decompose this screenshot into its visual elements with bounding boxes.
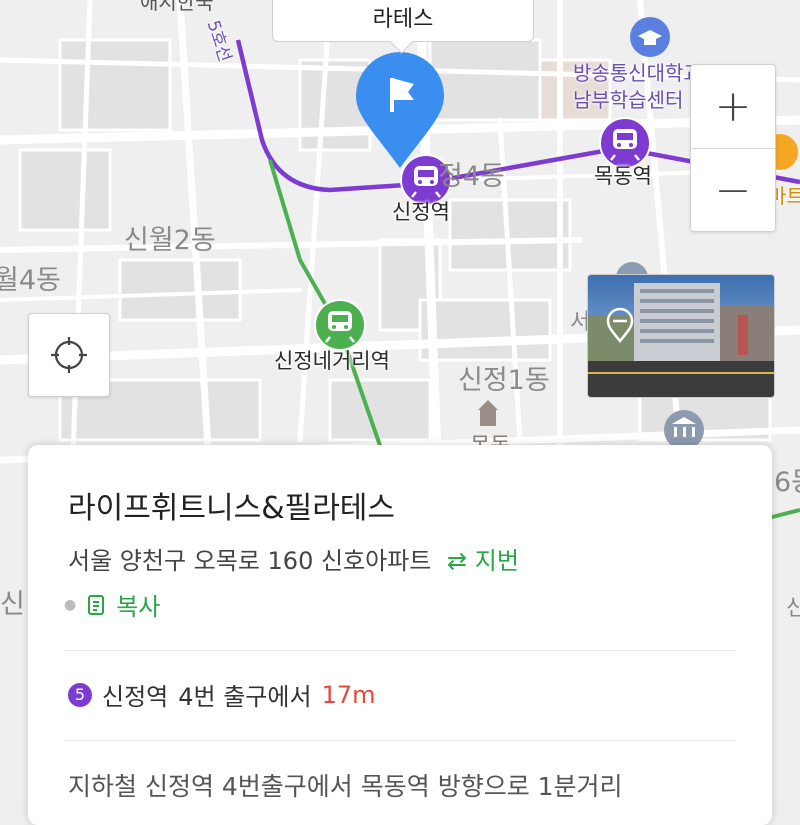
directions-text: 지하철 신정역 4번출구에서 목동역 방향으로 1분거리 (68, 772, 623, 801)
address-row: 서울 양천구 오목로 160 신호아파트 ⇄ 지번 (68, 541, 519, 576)
area-label-sinjeong1: 신정1동 (458, 365, 550, 396)
line5-badge: 5 (68, 682, 92, 707)
area-label-sinwol2: 신월2동 (124, 225, 216, 256)
place-callout[interactable]: 라테스 (272, 0, 534, 42)
station-marker-sinjeongnegeori[interactable] (314, 299, 366, 351)
zoom-controls: + − (690, 64, 776, 232)
area-label-jeong4: 정4동 (438, 161, 505, 192)
zoom-in-button[interactable]: + (691, 65, 775, 149)
bank-icon (664, 410, 704, 450)
place-name[interactable]: 라이프휘트니스&필라테스 (68, 483, 395, 527)
street-view-thumbnail[interactable] (587, 274, 775, 398)
station-label-mokdong[interactable]: 목동역 (594, 160, 652, 190)
station-label-sinjeong[interactable]: 신정역 (392, 196, 450, 226)
subway-distance: 17m (321, 680, 376, 709)
subway-station-name: 신정역 (102, 683, 169, 711)
divider (64, 740, 736, 741)
poi-label-topleft: 애지한국 (140, 0, 214, 14)
address-text: 서울 양천구 오목로 160 신호아파트 (68, 547, 432, 575)
subway-access-row[interactable]: 5 신정역 4번 출구에서 17m (68, 677, 375, 712)
station-label-sinjeongnegeori[interactable]: 신정네거리역 (274, 345, 390, 375)
area-label-wol4: 월4동 (0, 265, 61, 296)
zoom-out-button[interactable]: − (691, 149, 775, 232)
area-label-sin-left: 신 (0, 589, 25, 620)
crosshair-icon (51, 337, 87, 373)
copy-icon (88, 594, 105, 615)
subway-exit-text: 4번 출구에서 (178, 683, 312, 711)
callout-label: 라테스 (372, 7, 434, 32)
area-label-6dong: 6동 (774, 467, 800, 498)
copy-label: 복사 (116, 593, 161, 621)
copy-button[interactable]: ● 복사 (64, 587, 160, 622)
place-detail-card: 라이프휘트니스&필라테스 서울 양천구 오목로 160 신호아파트 ⇄ 지번 ●… (28, 445, 772, 825)
current-location-button[interactable] (28, 313, 110, 397)
jibun-toggle-button[interactable]: ⇄ 지번 (447, 547, 519, 575)
divider (64, 650, 736, 651)
university-icon (630, 17, 670, 57)
area-label-sin-right: 신 (786, 596, 800, 621)
bullet-dot: ● (64, 596, 77, 613)
